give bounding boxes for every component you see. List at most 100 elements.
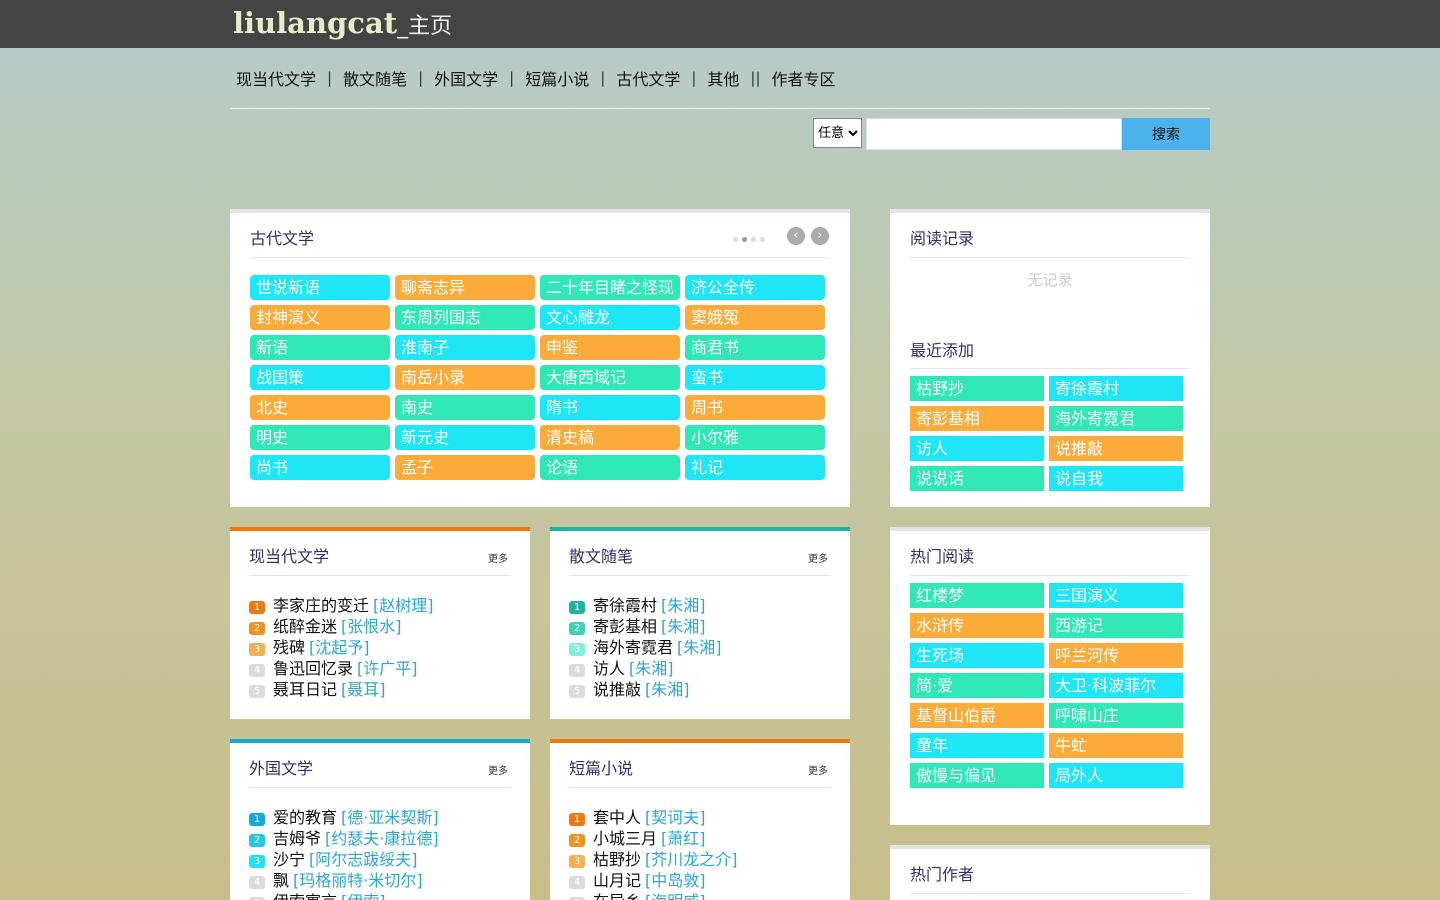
book-title-link[interactable]: 爱的教育 [273,808,337,827]
book-title-link[interactable]: 飘 [273,871,289,890]
book-title-link[interactable]: 访人 [593,659,625,678]
book-title-link[interactable]: 寄彭基相 [593,617,657,636]
book-author-link[interactable]: [沈起予] [309,638,370,657]
book-author-link[interactable]: [伊索] [341,892,386,900]
book-title-link[interactable]: 海外寄霓君 [593,638,673,657]
book-tag[interactable]: 说推敲 [1049,436,1183,461]
book-tag[interactable]: 傲慢与偏见 [910,763,1044,788]
book-tag[interactable]: 世说新语 [250,275,390,300]
book-author-link[interactable]: [赵树理] [373,596,434,615]
book-tag[interactable]: 淮南子 [395,335,535,360]
book-title-link[interactable]: 枯野抄 [593,850,641,869]
book-tag[interactable]: 访人 [910,436,1044,461]
book-tag[interactable]: 西游记 [1049,613,1183,638]
book-tag[interactable]: 隋书 [540,395,680,420]
book-tag[interactable]: 呼兰河传 [1049,643,1183,668]
book-author-link[interactable]: [朱湘] [661,617,706,636]
book-tag[interactable]: 寄彭基相 [910,406,1044,431]
book-author-link[interactable]: [张恨水] [341,617,402,636]
carousel-prev-icon[interactable]: ‹ [787,227,805,245]
book-tag[interactable]: 南史 [395,395,535,420]
book-tag[interactable]: 说说话 [910,466,1044,491]
book-author-link[interactable]: [契诃夫] [645,808,706,827]
nav-link[interactable]: 现当代文学 [233,66,319,90]
book-tag[interactable]: 礼记 [685,455,825,480]
book-title-link[interactable]: 山月记 [593,871,641,890]
search-input[interactable] [866,118,1122,150]
more-link[interactable]: 更多 [808,550,828,565]
book-tag[interactable]: 北史 [250,395,390,420]
book-title-link[interactable]: 寄徐霞村 [593,596,657,615]
book-tag[interactable]: 寄徐霞村 [1049,376,1183,401]
book-author-link[interactable]: [聂耳] [341,680,386,699]
book-tag[interactable]: 新语 [250,335,390,360]
book-author-link[interactable]: [朱湘] [645,680,690,699]
more-link[interactable]: 更多 [488,550,508,565]
book-tag[interactable]: 大卫·科波菲尔 [1049,673,1183,698]
book-author-link[interactable]: [芥川龙之介] [645,850,738,869]
book-author-link[interactable]: [朱湘] [677,638,722,657]
book-tag[interactable]: 生死场 [910,643,1044,668]
nav-link[interactable]: 古代文学 [613,66,683,90]
book-tag[interactable]: 简·爱 [910,673,1044,698]
book-author-link[interactable]: [海明威] [645,892,706,900]
book-tag[interactable]: 水浒传 [910,613,1044,638]
book-title-link[interactable]: 套中人 [593,808,641,827]
book-title-link[interactable]: 聂耳日记 [273,680,337,699]
book-author-link[interactable]: [中岛敦] [645,871,706,890]
book-tag[interactable]: 新元史 [395,425,535,450]
book-author-link[interactable]: [萧红] [661,829,706,848]
book-tag[interactable]: 海外寄霓君 [1049,406,1183,431]
book-tag[interactable]: 蛮书 [685,365,825,390]
book-author-link[interactable]: [朱湘] [629,659,674,678]
book-tag[interactable]: 牛虻 [1049,733,1183,758]
book-tag[interactable]: 红楼梦 [910,583,1044,608]
book-tag[interactable]: 商君书 [685,335,825,360]
carousel-dot[interactable] [760,237,765,242]
book-tag[interactable]: 战国策 [250,365,390,390]
book-tag[interactable]: 局外人 [1049,763,1183,788]
carousel-dot[interactable] [751,237,756,242]
book-title-link[interactable]: 在异乡 [593,892,641,900]
book-tag[interactable]: 说自我 [1049,466,1183,491]
book-tag[interactable]: 聊斋志异 [395,275,535,300]
search-button[interactable]: 搜索 [1122,118,1210,150]
book-author-link[interactable]: [阿尔志跋绥夫] [309,850,418,869]
carousel-dot[interactable] [733,237,738,242]
book-tag[interactable]: 大唐西域记 [540,365,680,390]
book-tag[interactable]: 周书 [685,395,825,420]
book-author-link[interactable]: [德·亚米契斯] [341,808,439,827]
nav-link[interactable]: 作者专区 [769,66,839,90]
more-link[interactable]: 更多 [488,762,508,777]
book-title-link[interactable]: 说推敲 [593,680,641,699]
book-title-link[interactable]: 残碑 [273,638,305,657]
book-tag[interactable]: 尚书 [250,455,390,480]
nav-link[interactable]: 外国文学 [431,66,501,90]
book-tag[interactable]: 清史稿 [540,425,680,450]
book-title-link[interactable]: 吉姆爷 [273,829,321,848]
book-tag[interactable]: 三国演义 [1049,583,1183,608]
book-tag[interactable]: 基督山伯爵 [910,703,1044,728]
book-tag[interactable]: 枯野抄 [910,376,1044,401]
book-title-link[interactable]: 李家庄的变迁 [273,596,369,615]
book-tag[interactable]: 济公全传 [685,275,825,300]
book-title-link[interactable]: 鲁迅回忆录 [273,659,353,678]
book-title-link[interactable]: 伊索寓言 [273,892,337,900]
book-tag[interactable]: 论语 [540,455,680,480]
book-title-link[interactable]: 沙宁 [273,850,305,869]
nav-link[interactable]: 短篇小说 [522,66,592,90]
book-tag[interactable]: 南岳小录 [395,365,535,390]
search-scope-select[interactable]: 任意 [813,118,862,148]
book-author-link[interactable]: [玛格丽特·米切尔] [293,871,423,890]
book-tag[interactable]: 文心雕龙 [540,305,680,330]
book-tag[interactable]: 窦娥冤 [685,305,825,330]
book-tag[interactable]: 孟子 [395,455,535,480]
book-tag[interactable]: 二十年目睹之怪现 [540,275,680,300]
site-title[interactable]: liulangcat_主页 [233,3,452,47]
book-tag[interactable]: 封神演义 [250,305,390,330]
book-author-link[interactable]: [约瑟夫·康拉德] [325,829,439,848]
book-author-link[interactable]: [朱湘] [661,596,706,615]
book-tag[interactable]: 申鉴 [540,335,680,360]
book-tag[interactable]: 东周列国志 [395,305,535,330]
book-author-link[interactable]: [许广平] [357,659,418,678]
